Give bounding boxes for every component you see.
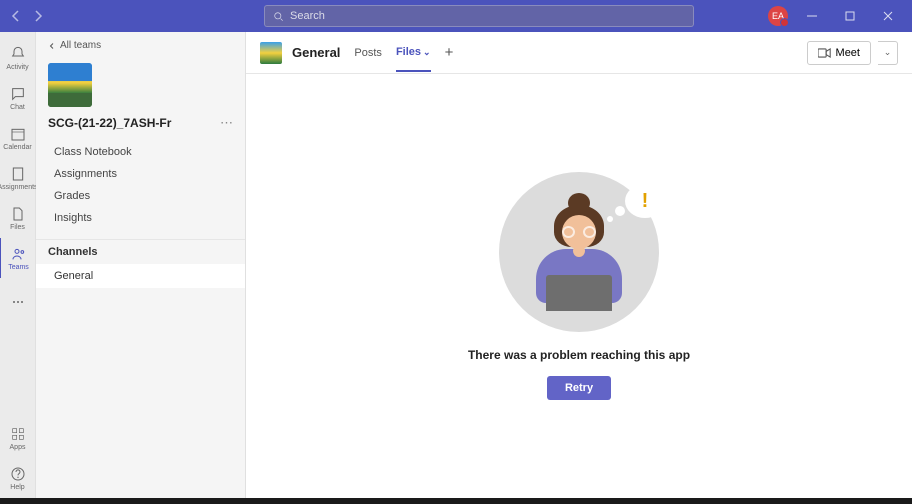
error-illustration: !	[499, 172, 659, 332]
rail-more[interactable]	[0, 282, 36, 322]
chevron-left-icon	[48, 42, 56, 50]
team-panel: All teams SCG-(21-22)_7ASH-Fr ⋯ Class No…	[36, 32, 246, 498]
app-rail: Activity Chat Calendar Assignments Files…	[0, 32, 36, 498]
close-button[interactable]	[874, 0, 902, 32]
windows-taskbar[interactable]	[0, 498, 912, 504]
meet-button[interactable]: Meet	[807, 41, 871, 65]
retry-button[interactable]: Retry	[547, 376, 611, 400]
section-grades[interactable]: Grades	[36, 185, 245, 207]
rail-teams[interactable]: Teams	[0, 238, 35, 278]
chevron-down-icon: ⌄	[423, 47, 431, 57]
search-input[interactable]: Search	[264, 5, 694, 27]
profile-avatar[interactable]: EA	[768, 6, 788, 26]
rail-activity[interactable]: Activity	[0, 38, 36, 78]
rail-calendar[interactable]: Calendar	[0, 118, 36, 158]
channel-general[interactable]: General	[36, 264, 245, 288]
exclamation-icon: !	[625, 184, 665, 218]
channel-avatar	[260, 42, 282, 64]
team-title: SCG-(21-22)_7ASH-Fr	[48, 116, 171, 130]
channels-heading: Channels	[36, 239, 245, 264]
section-insights[interactable]: Insights	[36, 207, 245, 229]
meet-dropdown[interactable]: ⌄	[878, 41, 898, 65]
rail-chat[interactable]: Chat	[0, 78, 36, 118]
add-tab-button[interactable]: +	[445, 44, 454, 61]
rail-files[interactable]: Files	[0, 198, 36, 238]
maximize-button[interactable]	[836, 0, 864, 32]
nav-forward-button[interactable]	[30, 8, 46, 24]
team-avatar[interactable]	[48, 63, 92, 107]
error-message: There was a problem reaching this app	[468, 348, 690, 362]
content-area: General Posts Files⌄ + Meet ⌄	[246, 32, 912, 498]
rail-help[interactable]: Help	[0, 458, 36, 498]
rail-assignments[interactable]: Assignments	[0, 158, 36, 198]
channel-header: General Posts Files⌄ + Meet ⌄	[246, 32, 912, 74]
tab-files[interactable]: Files⌄	[396, 34, 431, 72]
search-placeholder: Search	[290, 10, 325, 22]
title-bar: Search EA	[0, 0, 912, 32]
search-icon	[273, 11, 284, 22]
minimize-button[interactable]	[798, 0, 826, 32]
nav-back-button[interactable]	[8, 8, 24, 24]
team-more-button[interactable]: ⋯	[220, 115, 233, 131]
section-assignments[interactable]: Assignments	[36, 163, 245, 185]
back-to-teams[interactable]: All teams	[36, 40, 245, 59]
rail-apps[interactable]: Apps	[0, 418, 36, 458]
section-class-notebook[interactable]: Class Notebook	[36, 141, 245, 163]
tab-posts[interactable]: Posts	[354, 35, 382, 71]
video-icon	[818, 48, 831, 58]
channel-title: General	[292, 45, 340, 60]
